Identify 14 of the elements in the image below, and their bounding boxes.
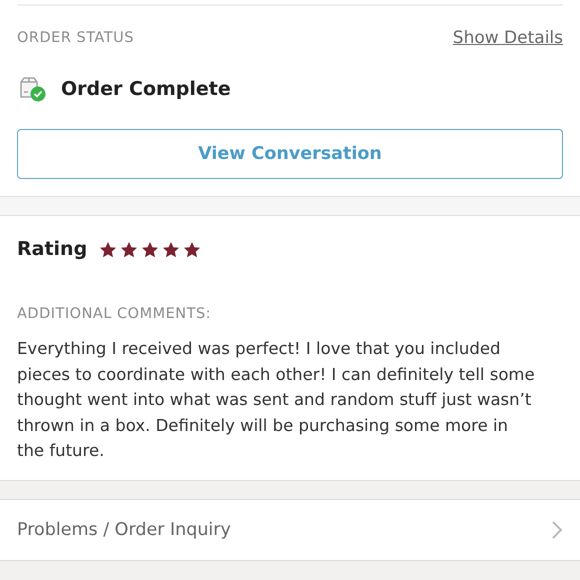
order-status-text: Order Complete bbox=[61, 78, 231, 100]
view-conversation-button[interactable]: View Conversation bbox=[17, 129, 563, 179]
comments-heading: ADDITIONAL COMMENTS: bbox=[17, 306, 212, 322]
star-icon bbox=[184, 242, 200, 257]
star-icon bbox=[121, 242, 138, 257]
show-details-link[interactable]: Show Details bbox=[452, 28, 563, 48]
star-icon bbox=[100, 242, 116, 257]
star-icon bbox=[163, 242, 180, 257]
section-heading: ORDER STATUS bbox=[17, 30, 134, 46]
chevron-right-icon bbox=[551, 520, 563, 540]
comment-text: Everything I received was perfect! I love that you included pieces to coordinate with each other! I can definitely tell some thought went into what was sent and random stuff just wasn’t thrown in a box. Definitely will be purchasing some more in the future. bbox=[17, 338, 536, 462]
star-icon bbox=[142, 242, 158, 257]
rating-label: Rating bbox=[17, 238, 88, 260]
order-inquiry-row[interactable]: Problems / Order Inquiry bbox=[0, 498, 580, 560]
